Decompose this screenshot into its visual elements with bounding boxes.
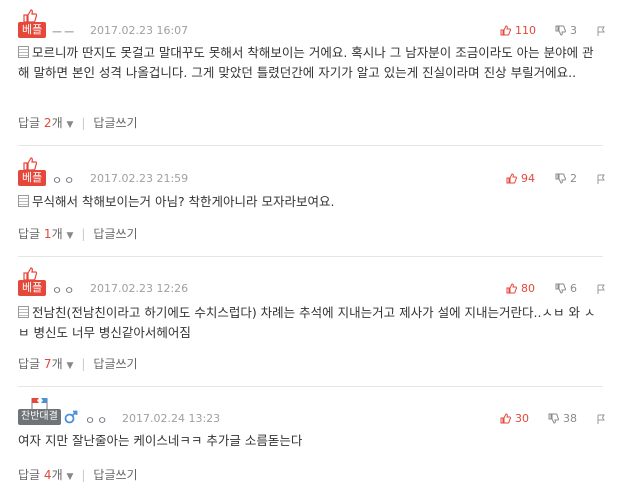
comment-body: 무식해서 착해보이는거 아님? 착한게아니라 모자라보여요. (18, 192, 598, 212)
like-count: 94 (521, 172, 535, 185)
reply-toggle[interactable]: 답글 7개 ▼ (18, 355, 73, 372)
like-button[interactable]: 94 (506, 172, 535, 185)
report-icon[interactable] (596, 174, 606, 184)
divider (18, 145, 603, 146)
divider (18, 386, 603, 387)
thumbs-up-icon (506, 173, 517, 184)
dislike-button[interactable]: 38 (548, 412, 577, 425)
hot-thumb-icon (23, 9, 38, 23)
like-button[interactable]: 80 (506, 282, 535, 295)
vs-flags-icon (31, 398, 48, 409)
thumbs-down-icon (555, 25, 566, 36)
author-name[interactable]: ㅇㅇ (85, 412, 109, 428)
chevron-down-icon: ▼ (66, 361, 74, 371)
like-count: 110 (515, 24, 536, 37)
best-badge: 베플 (18, 280, 47, 296)
best-badge: 베플 (18, 22, 47, 38)
write-reply-link[interactable]: 답글쓰기 (93, 355, 137, 372)
divider (18, 256, 603, 257)
report-icon[interactable] (596, 414, 606, 424)
thumbs-up-icon (500, 413, 511, 424)
comment-body: 모르니까 딴지도 못걸고 말대꾸도 못해서 착해보이는 거에요. 혹시나 그 남… (18, 45, 594, 80)
reply-toggle[interactable]: 답글 2개 ▼ (18, 114, 73, 131)
document-icon (18, 46, 29, 58)
chevron-down-icon: ▼ (66, 120, 74, 130)
comment-body: 여자 지만 잘난줄아는 케이스네ㅋㅋ 추가글 소름돋는다 (18, 433, 303, 448)
dislike-count: 38 (563, 412, 577, 425)
thumbs-up-icon (500, 25, 511, 36)
comment-footer: 답글 1개 ▼ | 답글쓰기 (18, 225, 138, 242)
comment-date: 2017.02.23 21:59 (90, 172, 189, 185)
comment-date: 2017.02.23 16:07 (90, 24, 189, 37)
comment-body: 전남친(전남친이라고 하기에도 수치스럽다) 차례는 추석에 지내는거고 제사가… (18, 305, 596, 340)
hot-thumb-icon (23, 267, 38, 281)
dislike-count: 3 (570, 24, 577, 37)
dislike-button[interactable]: 6 (555, 282, 577, 295)
like-button[interactable]: 110 (500, 24, 536, 37)
thumbs-down-icon (548, 413, 559, 424)
author-name[interactable]: ㅇㅇ (52, 172, 76, 188)
dislike-button[interactable]: 3 (555, 24, 577, 37)
dislike-count: 2 (570, 172, 577, 185)
chevron-down-icon: ▼ (66, 231, 74, 241)
reply-toggle[interactable]: 답글 1개 ▼ (18, 225, 73, 242)
like-count: 80 (521, 282, 535, 295)
author-name[interactable]: ㅡㅡ (52, 24, 76, 40)
author-name[interactable]: ㅇㅇ (52, 282, 76, 298)
chevron-down-icon: ▼ (66, 472, 74, 482)
write-reply-link[interactable]: 답글쓰기 (93, 225, 137, 242)
like-count: 30 (515, 412, 529, 425)
thumbs-down-icon (555, 283, 566, 294)
document-icon (18, 195, 29, 207)
hot-thumb-icon (23, 157, 38, 171)
write-reply-link[interactable]: 답글쓰기 (93, 114, 137, 131)
comment-date: 2017.02.24 13:23 (122, 412, 221, 425)
thumbs-down-icon (555, 173, 566, 184)
debate-badge: 찬반대결 (18, 409, 61, 425)
like-button[interactable]: 30 (500, 412, 529, 425)
comment-footer: 답글 2개 ▼ | 답글쓰기 (18, 114, 138, 131)
comment-footer: 답글 7개 ▼ | 답글쓰기 (18, 355, 138, 372)
report-icon[interactable] (596, 26, 606, 36)
report-icon[interactable] (596, 284, 606, 294)
dislike-count: 6 (570, 282, 577, 295)
thumbs-up-icon (506, 283, 517, 294)
reply-toggle[interactable]: 답글 4개 ▼ (18, 466, 73, 483)
write-reply-link[interactable]: 답글쓰기 (93, 466, 137, 483)
document-icon (18, 306, 29, 318)
male-gender-icon (64, 410, 78, 424)
comment-date: 2017.02.23 12:26 (90, 282, 189, 295)
best-badge: 베플 (18, 170, 47, 186)
dislike-button[interactable]: 2 (555, 172, 577, 185)
comment-footer: 답글 4개 ▼ | 답글쓰기 (18, 466, 138, 483)
